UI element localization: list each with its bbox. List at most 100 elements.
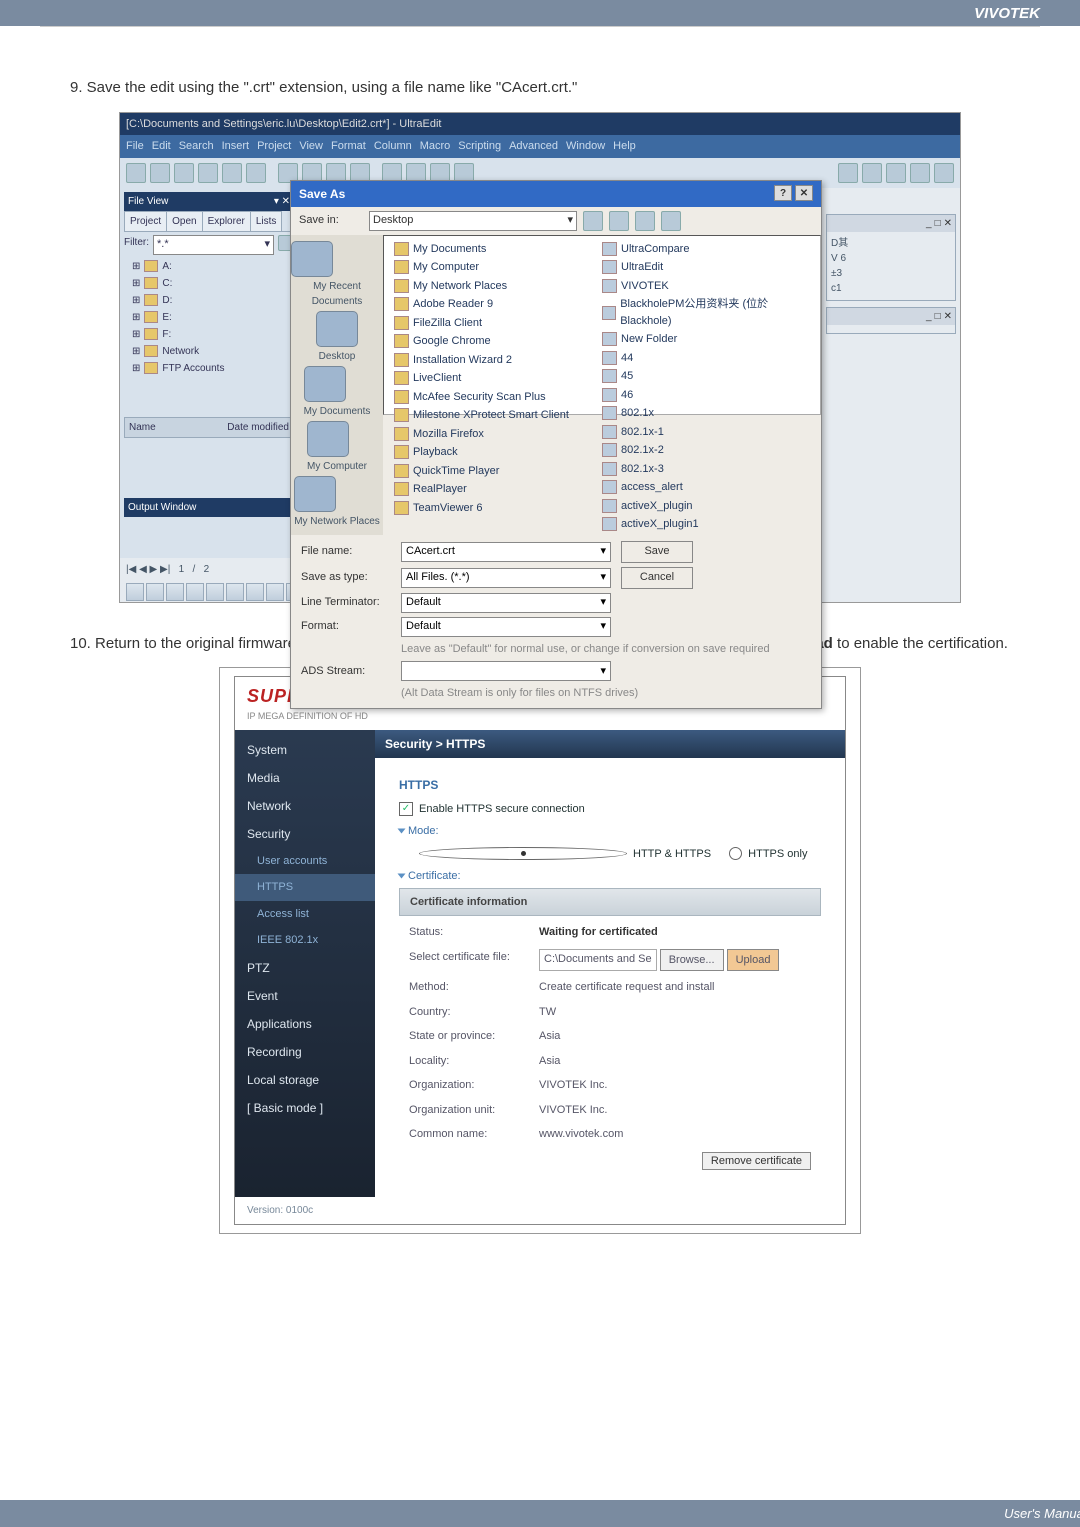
file-item[interactable]: TeamViewer 6 (394, 499, 602, 518)
tool-icon[interactable] (150, 163, 170, 183)
menu-item[interactable]: Insert (222, 140, 250, 152)
sidebar-item[interactable]: System (235, 736, 375, 764)
file-item[interactable]: 802.1x-2 (602, 441, 810, 460)
place-icon[interactable] (304, 366, 346, 402)
tool-icon[interactable] (246, 163, 266, 183)
sidebar-item[interactable]: [ Basic mode ] (235, 1094, 375, 1122)
cancel-button[interactable]: Cancel (621, 567, 693, 589)
tree-item[interactable]: ⊞ Network (124, 343, 294, 360)
menu-item[interactable]: File (126, 140, 144, 152)
tool-icon[interactable] (126, 163, 146, 183)
help-icon[interactable]: ? (774, 185, 792, 201)
mode-radio-both[interactable] (419, 847, 627, 860)
file-item[interactable]: Playback (394, 443, 602, 462)
file-item[interactable]: Installation Wizard 2 (394, 351, 602, 370)
tool-icon[interactable] (886, 163, 906, 183)
sidebar-item[interactable]: Security (235, 820, 375, 848)
sidebar-item[interactable]: Network (235, 792, 375, 820)
newfolder-icon[interactable] (635, 211, 655, 231)
close-icon[interactable]: ▾ ✕ (274, 194, 290, 209)
tool-icon[interactable] (222, 163, 242, 183)
menu-item[interactable]: Scripting (458, 140, 501, 152)
file-item[interactable]: 802.1x (602, 404, 810, 423)
menu-item[interactable]: Macro (420, 140, 451, 152)
file-item[interactable]: access_alert (602, 478, 810, 497)
lineterm-dropdown[interactable]: Default▾ (401, 593, 611, 613)
save-button[interactable]: Save (621, 541, 693, 563)
sidebar-item[interactable]: Applications (235, 1010, 375, 1038)
ads-dropdown[interactable]: ▾ (401, 661, 611, 681)
file-item[interactable]: McAfee Security Scan Plus (394, 388, 602, 407)
file-item[interactable]: UltraCompare (602, 240, 810, 259)
file-item[interactable]: RealPlayer (394, 480, 602, 499)
file-item[interactable]: activeX_plugin (602, 497, 810, 516)
file-item[interactable]: 45 (602, 367, 810, 386)
mode-radio-httpsonly[interactable] (729, 847, 742, 860)
tree-item[interactable]: ⊞ E: (124, 309, 294, 326)
menu-item[interactable]: Window (566, 140, 605, 152)
tree-item[interactable]: ⊞ FTP Accounts (124, 360, 294, 377)
file-item[interactable]: My Network Places (394, 277, 602, 296)
tool-icon[interactable] (910, 163, 930, 183)
sidebar-item[interactable]: Access list (235, 901, 375, 928)
file-item[interactable]: UltraEdit (602, 258, 810, 277)
collapse-icon[interactable] (398, 829, 406, 834)
place-icon[interactable] (294, 476, 336, 512)
file-item[interactable]: QuickTime Player (394, 462, 602, 481)
file-item[interactable]: FileZilla Client (394, 314, 602, 333)
file-item[interactable]: Milestone XProtect Smart Client (394, 406, 602, 425)
file-item[interactable]: My Documents (394, 240, 602, 259)
enable-https-checkbox[interactable]: ✓ (399, 802, 413, 816)
collapse-icon[interactable] (398, 874, 406, 879)
filter-input[interactable]: *.*▾ (153, 235, 274, 255)
format-dropdown[interactable]: Default▾ (401, 617, 611, 637)
file-item[interactable]: BlackholePM公用资料夹 (位於 Blackhole) (602, 295, 810, 330)
file-item[interactable]: Mozilla Firefox (394, 425, 602, 444)
menu-bar[interactable]: FileEditSearchInsertProjectViewFormatCol… (120, 135, 960, 158)
menu-item[interactable]: Edit (152, 140, 171, 152)
remove-cert-button[interactable]: Remove certificate (702, 1152, 811, 1170)
tool-icon[interactable] (862, 163, 882, 183)
name-col[interactable]: Name (129, 420, 156, 435)
sidebar-item[interactable]: User accounts (235, 848, 375, 875)
file-item[interactable]: 802.1x-1 (602, 423, 810, 442)
tree-item[interactable]: ⊞ D: (124, 292, 294, 309)
sidebar-item[interactable]: PTZ (235, 954, 375, 982)
tree-item[interactable]: ⊞ F: (124, 326, 294, 343)
sidebar-item[interactable]: Event (235, 982, 375, 1010)
menu-item[interactable]: Format (331, 140, 366, 152)
tool-icon[interactable] (934, 163, 954, 183)
file-item[interactable]: 44 (602, 349, 810, 368)
place-icon[interactable] (316, 311, 358, 347)
menu-item[interactable]: Help (613, 140, 636, 152)
back-icon[interactable] (583, 211, 603, 231)
place-icon[interactable] (291, 241, 333, 277)
file-item[interactable]: activeX_plugin1 (602, 515, 810, 534)
sidebar-item[interactable]: Local storage (235, 1066, 375, 1094)
file-item[interactable]: My Computer (394, 258, 602, 277)
menu-item[interactable]: Column (374, 140, 412, 152)
file-item[interactable]: Google Chrome (394, 332, 602, 351)
file-item[interactable]: VIVOTEK (602, 277, 810, 296)
panel-tab[interactable]: Lists (250, 211, 283, 231)
browse-button[interactable]: Browse... (660, 949, 724, 972)
file-item[interactable]: New Folder (602, 330, 810, 349)
panel-tab[interactable]: Open (166, 211, 202, 231)
file-item[interactable]: LiveClient (394, 369, 602, 388)
sidebar-item[interactable]: Recording (235, 1038, 375, 1066)
file-item[interactable]: 46 (602, 386, 810, 405)
panel-tab[interactable]: Project (124, 211, 167, 231)
menu-item[interactable]: Advanced (509, 140, 558, 152)
sidebar-item[interactable]: IEEE 802.1x (235, 927, 375, 954)
savein-dropdown[interactable]: Desktop▾ (369, 211, 577, 231)
filename-input[interactable]: CAcert.crt▾ (401, 542, 611, 562)
file-item[interactable]: 802.1x-3 (602, 460, 810, 479)
up-icon[interactable] (609, 211, 629, 231)
sidebar-item[interactable]: Media (235, 764, 375, 792)
tool-icon[interactable] (198, 163, 218, 183)
menu-item[interactable]: View (299, 140, 323, 152)
savetype-dropdown[interactable]: All Files. (*.*)▾ (401, 568, 611, 588)
date-col[interactable]: Date modified (227, 420, 289, 435)
place-icon[interactable] (307, 421, 349, 457)
tool-icon[interactable] (838, 163, 858, 183)
